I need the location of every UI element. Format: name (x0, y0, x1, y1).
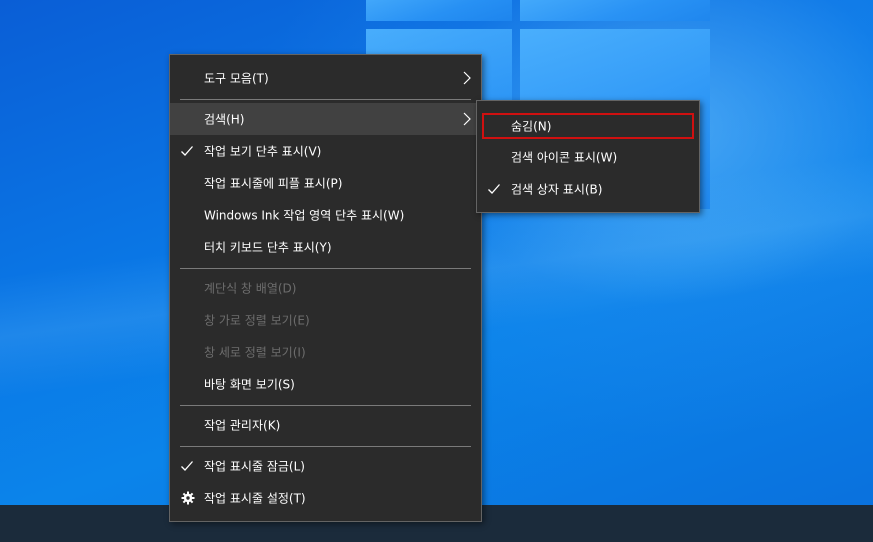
menu-item-toolbars[interactable]: 도구 모음(T) (170, 62, 481, 94)
menu-separator (180, 405, 471, 406)
menu-item-lock-taskbar[interactable]: 작업 표시줄 잠금(L) (170, 450, 481, 482)
menu-item-show-desktop[interactable]: 바탕 화면 보기(S) (170, 368, 481, 400)
chevron-right-icon (463, 71, 471, 85)
menu-item-stacked-windows: 창 가로 정렬 보기(E) (170, 304, 481, 336)
menu-item-label: 창 가로 정렬 보기(E) (204, 313, 310, 328)
windows-logo-pane-top-left (366, 0, 512, 21)
windows-logo-pane-top-right (520, 0, 710, 21)
submenu-item-label: 검색 상자 표시(B) (511, 182, 603, 197)
menu-separator (180, 446, 471, 447)
menu-item-label: 작업 표시줄에 피플 표시(P) (204, 176, 343, 191)
check-icon (181, 461, 193, 471)
menu-item-side-by-side-windows: 창 세로 정렬 보기(I) (170, 336, 481, 368)
menu-item-show-people[interactable]: 작업 표시줄에 피플 표시(P) (170, 167, 481, 199)
menu-item-label: 창 세로 정렬 보기(I) (204, 345, 306, 360)
submenu-item-label: 검색 아이콘 표시(W) (511, 150, 618, 165)
menu-item-taskbar-settings[interactable]: 작업 표시줄 설정(T) (170, 482, 481, 514)
check-icon (488, 184, 500, 194)
menu-item-label: 도구 모음(T) (204, 71, 269, 86)
submenu-item-show-search-box[interactable]: 검색 상자 표시(B) (477, 173, 699, 205)
menu-item-show-ink-workspace[interactable]: Windows Ink 작업 영역 단추 표시(W) (170, 199, 481, 231)
menu-item-label: 검색(H) (204, 112, 245, 127)
menu-item-show-touch-keyboard[interactable]: 터치 키보드 단추 표시(Y) (170, 231, 481, 263)
menu-separator (180, 99, 471, 100)
menu-item-task-manager[interactable]: 작업 관리자(K) (170, 409, 481, 441)
search-submenu: 숨김(N) 검색 아이콘 표시(W) 검색 상자 표시(B) (476, 100, 700, 213)
menu-separator (180, 268, 471, 269)
menu-item-label: 작업 관리자(K) (204, 418, 281, 433)
menu-item-search[interactable]: 검색(H) (170, 103, 481, 135)
menu-item-label: 계단식 창 배열(D) (204, 281, 297, 296)
taskbar-context-menu: 도구 모음(T) 검색(H) 작업 보기 단추 표시(V) 작업 표시줄에 피플… (169, 54, 482, 522)
chevron-right-icon (463, 112, 471, 126)
check-icon (181, 146, 193, 156)
menu-item-label: 작업 표시줄 설정(T) (204, 491, 306, 506)
menu-item-label: 바탕 화면 보기(S) (204, 377, 295, 392)
menu-item-label: 터치 키보드 단추 표시(Y) (204, 240, 332, 255)
menu-item-label: 작업 표시줄 잠금(L) (204, 459, 305, 474)
gear-icon (181, 491, 195, 505)
menu-item-cascade-windows: 계단식 창 배열(D) (170, 272, 481, 304)
menu-item-show-task-view[interactable]: 작업 보기 단추 표시(V) (170, 135, 481, 167)
menu-item-label: 작업 보기 단추 표시(V) (204, 144, 322, 159)
menu-item-label: Windows Ink 작업 영역 단추 표시(W) (204, 208, 405, 223)
submenu-item-show-search-icon[interactable]: 검색 아이콘 표시(W) (477, 141, 699, 173)
red-highlight-box (482, 113, 694, 139)
